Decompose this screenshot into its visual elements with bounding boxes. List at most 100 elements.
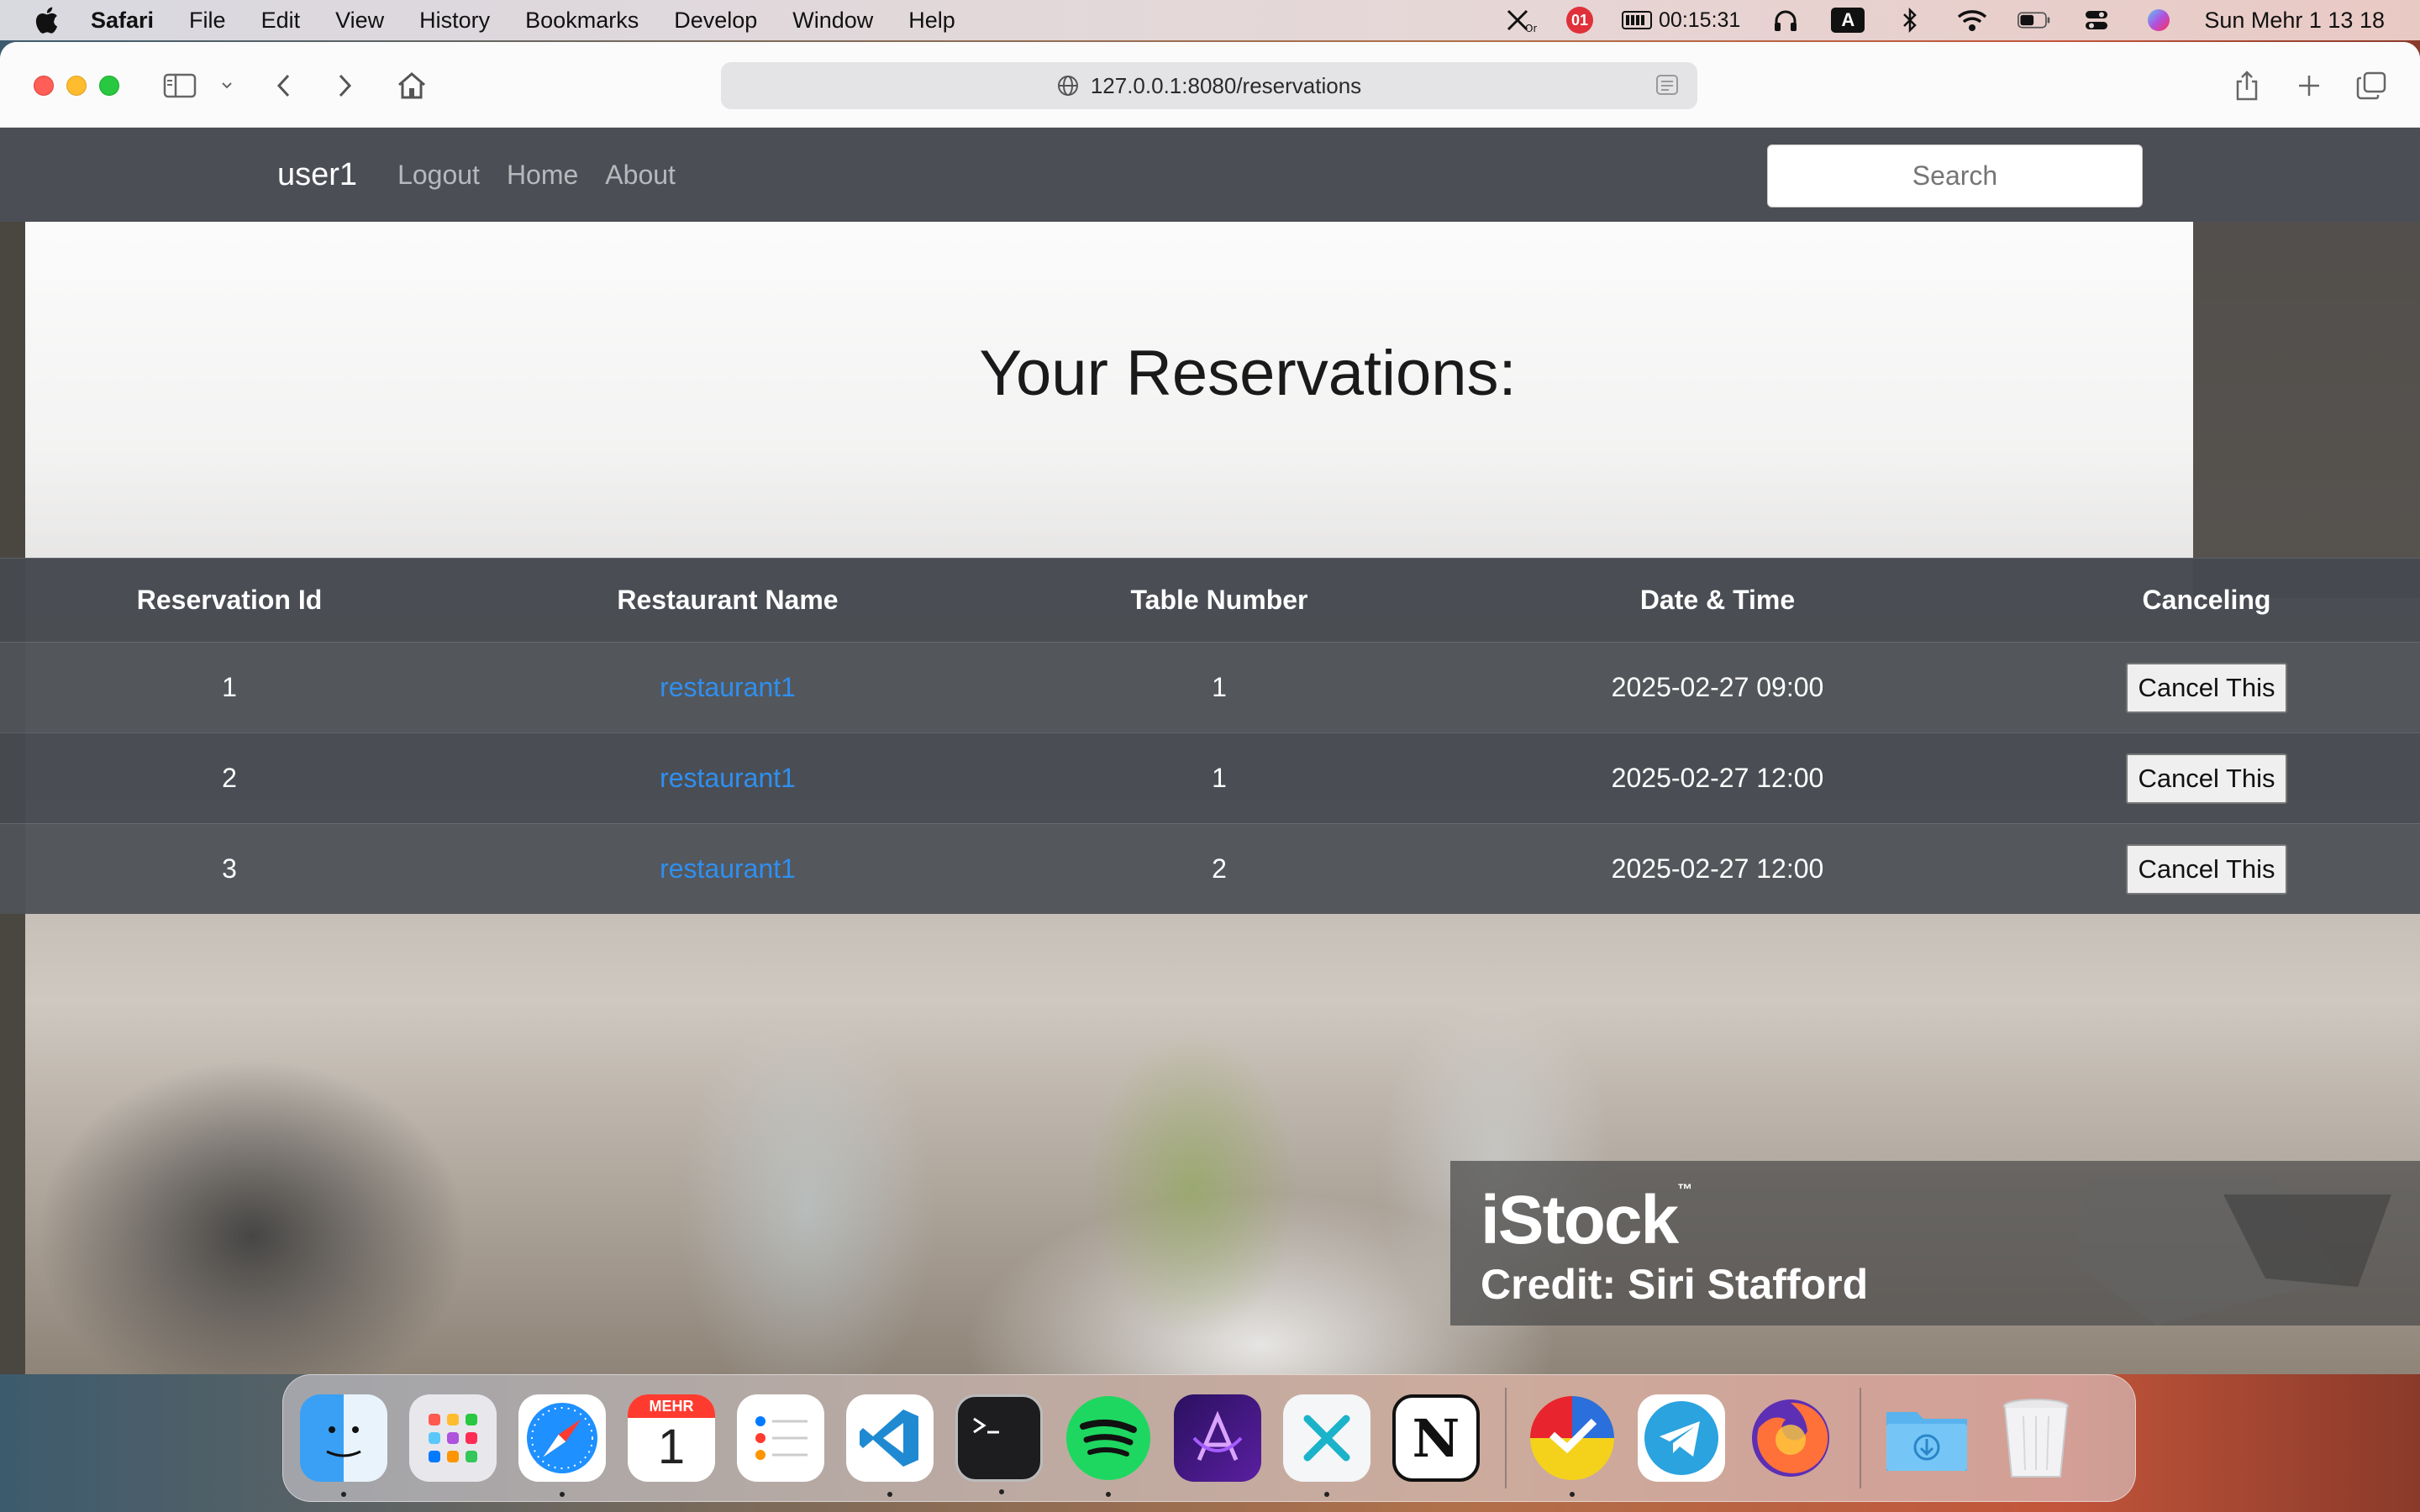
trash-icon[interactable] [1992, 1394, 2080, 1482]
dock-separator [1505, 1388, 1507, 1488]
timer-widget[interactable]: 00:15:31 [1622, 8, 1740, 33]
menubar-clock[interactable]: Sun Mehr 1 13 18 [2204, 8, 2385, 34]
telegram-icon[interactable] [1638, 1394, 1725, 1482]
dock-separator [1860, 1388, 1861, 1488]
cell-reservation-id: 2 [222, 763, 237, 793]
todo-icon[interactable] [1528, 1394, 1616, 1497]
menu-help[interactable]: Help [908, 8, 955, 34]
site-navbar: user1 Logout Home About [0, 128, 2420, 222]
reservations-table: Reservation Id Restaurant Name Table Num… [0, 558, 2420, 914]
firefox-icon[interactable] [1747, 1394, 1834, 1482]
menu-file[interactable]: File [189, 8, 226, 34]
menu-bookmarks[interactable]: Bookmarks [525, 8, 639, 34]
running-indicator [1570, 1492, 1575, 1497]
menu-history[interactable]: History [419, 8, 490, 34]
menu-edit[interactable]: Edit [261, 8, 301, 34]
calendar-icon[interactable]: MEHR 1 [628, 1394, 715, 1482]
cell-table-number: 1 [1212, 763, 1227, 793]
watermark-shape [2072, 1178, 2391, 1326]
table-row: 1 restaurant1 1 2025-02-27 09:00 Cancel … [0, 642, 2420, 732]
cell-reservation-id: 3 [222, 853, 237, 884]
cancel-reservation-button[interactable]: Cancel This [2126, 753, 2287, 804]
header-table-number: Table Number [1130, 585, 1308, 615]
menu-view[interactable]: View [335, 8, 384, 34]
cell-date-time: 2025-02-27 12:00 [1611, 853, 1824, 884]
terminal-icon[interactable] [955, 1394, 1043, 1494]
running-indicator [341, 1492, 346, 1497]
tab-overview-icon[interactable] [2353, 67, 2390, 104]
notification-badge[interactable]: 01 [1566, 7, 1594, 34]
siri-icon[interactable] [2142, 8, 2175, 33]
reader-mode-icon[interactable] [1655, 74, 1679, 97]
cell-table-number: 2 [1212, 853, 1227, 884]
address-bar[interactable]: 127.0.0.1:8080/reservations [721, 62, 1697, 109]
cancel-reservation-button[interactable]: Cancel This [2126, 662, 2287, 713]
close-window-button[interactable] [34, 76, 54, 96]
vscode-icon[interactable] [846, 1394, 934, 1497]
safari-window: 127.0.0.1:8080/reservations user1 Logout… [0, 42, 2420, 1374]
menu-bar: Safari File Edit View History Bookmarks … [0, 0, 2420, 40]
control-center-icon[interactable] [2080, 8, 2113, 33]
forward-arrow-icon[interactable] [326, 67, 363, 104]
running-indicator [887, 1492, 892, 1497]
cell-reservation-id: 1 [222, 672, 237, 702]
istock-logo: iStock™ [1481, 1181, 1692, 1258]
svg-text:On: On [1525, 23, 1537, 33]
nav-link-logout[interactable]: Logout [397, 160, 480, 191]
globe-icon [1057, 76, 1078, 96]
cell-table-number: 1 [1212, 672, 1227, 702]
browser-toolbar: 127.0.0.1:8080/reservations [0, 42, 2420, 128]
sidebar-toggle-icon[interactable] [161, 67, 198, 104]
headphones-icon[interactable] [1769, 8, 1802, 33]
navbar-brand-user[interactable]: user1 [277, 157, 357, 193]
input-source-icon[interactable]: A [1831, 8, 1865, 33]
chevron-down-icon[interactable] [210, 67, 244, 104]
call-off-icon[interactable]: On [1504, 8, 1538, 33]
menu-window[interactable]: Window [792, 8, 873, 34]
spotify-icon[interactable] [1065, 1394, 1152, 1497]
nav-link-home[interactable]: Home [507, 160, 578, 191]
new-tab-icon[interactable] [2291, 67, 2328, 104]
hero-banner: Your Reservations: [25, 222, 2193, 558]
menu-app-name[interactable]: Safari [91, 8, 154, 34]
back-arrow-icon[interactable] [266, 67, 302, 104]
restaurant-link[interactable]: restaurant1 [660, 672, 796, 702]
wifi-icon[interactable] [1955, 8, 1989, 33]
xcode-cross-icon[interactable] [1283, 1394, 1370, 1497]
restaurant-link[interactable]: restaurant1 [660, 853, 796, 884]
cell-date-time: 2025-02-27 09:00 [1611, 672, 1824, 702]
reminders-icon[interactable] [737, 1394, 824, 1482]
launchpad-icon[interactable] [409, 1394, 497, 1482]
cancel-reservation-button[interactable]: Cancel This [2126, 843, 2287, 895]
url-text: 127.0.0.1:8080/reservations [1090, 72, 1362, 98]
nav-link-about[interactable]: About [605, 160, 676, 191]
affinity-icon[interactable] [1174, 1394, 1261, 1482]
menu-develop[interactable]: Develop [674, 8, 757, 34]
search-input[interactable] [1767, 144, 2143, 207]
table-header-row: Reservation Id Restaurant Name Table Num… [0, 558, 2420, 642]
downloads-folder-icon[interactable] [1883, 1394, 1970, 1482]
running-indicator [560, 1492, 565, 1497]
web-page: user1 Logout Home About Your Reservation… [0, 128, 2420, 1374]
running-indicator [1324, 1492, 1329, 1497]
table-row: 2 restaurant1 1 2025-02-27 12:00 Cancel … [0, 732, 2420, 823]
calendar-month: MEHR [628, 1394, 715, 1418]
home-icon[interactable] [393, 67, 430, 104]
restaurant-link[interactable]: restaurant1 [660, 763, 796, 793]
istock-logo-text: iStock [1481, 1182, 1679, 1258]
table-row: 3 restaurant1 2 2025-02-27 12:00 Cancel … [0, 823, 2420, 914]
header-reservation-id: Reservation Id [136, 585, 323, 615]
timer-text: 00:15:31 [1659, 8, 1741, 32]
battery-icon[interactable] [2018, 8, 2051, 33]
finder-icon[interactable] [300, 1394, 387, 1497]
zoom-window-button[interactable] [99, 76, 119, 96]
minimize-window-button[interactable] [66, 76, 87, 96]
bluetooth-icon[interactable] [1893, 8, 1927, 33]
apple-menu-icon[interactable] [34, 6, 59, 34]
share-icon[interactable] [2228, 67, 2265, 104]
header-restaurant-name: Restaurant Name [617, 585, 839, 615]
notion-icon[interactable]: N [1392, 1394, 1480, 1482]
stock-photo-watermark: iStock™ Credit: Siri Stafford [1450, 1161, 2420, 1326]
safari-icon[interactable] [518, 1394, 606, 1497]
running-indicator [1106, 1492, 1111, 1497]
